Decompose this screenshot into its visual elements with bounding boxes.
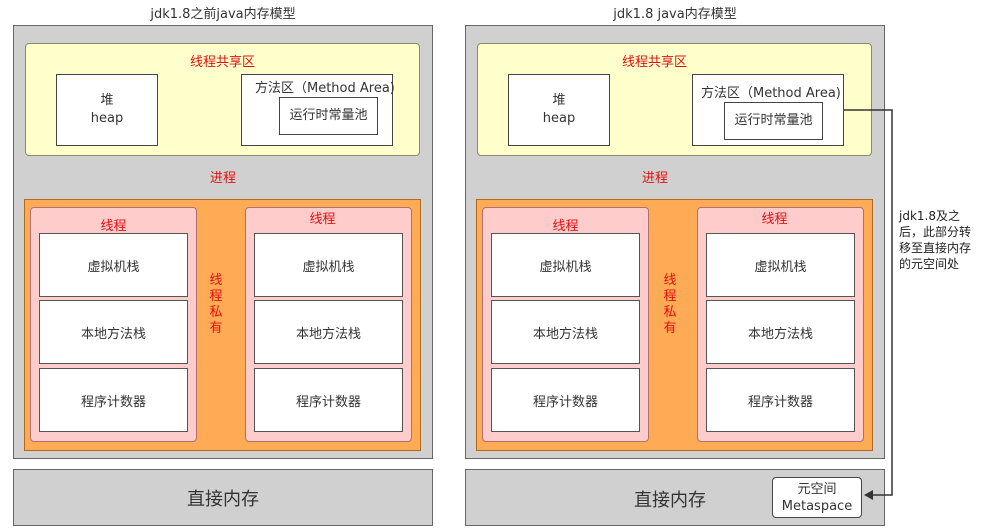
right-thread-2-pc-counter: 程序计数器 [706, 368, 855, 432]
left-process-label: 进程 [209, 171, 236, 186]
left-thread-1-vm-stack: 虚拟机栈 [39, 233, 188, 297]
left-heap-box: 堆 heap [56, 74, 158, 146]
right-private-char: 程 [663, 289, 677, 304]
move-arrow-head [864, 490, 873, 500]
right-direct-memory-label: 直接内存 [634, 490, 706, 511]
left-private-char: 私 [209, 305, 223, 320]
right-thread-2-label: 线程 [761, 212, 788, 227]
left-shared-title: 线程共享区 [189, 55, 255, 70]
right-shared-title: 线程共享区 [621, 55, 687, 70]
right-private-label: 线 程 私 有 [662, 273, 678, 337]
right-private-char: 有 [663, 321, 677, 336]
left-thread-1-native-stack: 本地方法栈 [39, 300, 188, 364]
left-thread-2-pc-counter: 程序计数器 [254, 368, 403, 432]
right-thread-1-native-stack: 本地方法栈 [491, 300, 640, 364]
right-thread-1-vm-stack: 虚拟机栈 [491, 233, 640, 297]
right-heap-cn: 堆 [552, 93, 566, 108]
left-private-char: 程 [209, 289, 223, 304]
left-thread-2-native-stack: 本地方法栈 [254, 300, 403, 364]
right-method-area-label: 方法区（Method Area) [701, 86, 841, 101]
right-thread-1-label: 线程 [552, 219, 579, 234]
right-private-char: 线 [663, 273, 677, 288]
right-heap-box: 堆 heap [508, 74, 610, 146]
migration-note-line: 后，此部分转 [899, 225, 972, 239]
left-thread-1-pc-counter: 程序计数器 [39, 368, 188, 432]
migration-note-line: 移至直接内存 [899, 241, 972, 255]
right-process-label: 进程 [641, 171, 668, 186]
left-method-area-label: 方法区（Method Area) [255, 81, 395, 96]
left-thread-2-label: 线程 [309, 212, 336, 227]
migration-note: jdk1.8及之 后，此部分转 移至直接内存 的元空间处 [899, 208, 983, 272]
move-arrow [844, 109, 893, 500]
metaspace-cn: 元空间 [797, 481, 837, 497]
right-private-char: 私 [663, 305, 677, 320]
left-direct-memory: 直接内存 [13, 469, 433, 526]
left-title: jdk1.8之前java内存模型 [150, 7, 296, 22]
left-heap-cn: 堆 [100, 93, 114, 108]
left-thread-1-label: 线程 [100, 219, 127, 234]
left-private-label: 线 程 私 有 [208, 273, 224, 337]
right-thread-2-native-stack: 本地方法栈 [706, 300, 855, 364]
left-thread-2-vm-stack: 虚拟机栈 [254, 233, 403, 297]
right-heap-en: heap [542, 111, 576, 126]
right-thread-2-vm-stack: 虚拟机栈 [706, 233, 855, 297]
left-private-char: 有 [209, 321, 223, 336]
right-thread-1-pc-counter: 程序计数器 [491, 368, 640, 432]
move-arrow-line [844, 109, 893, 496]
left-heap-en: heap [90, 111, 124, 126]
left-constant-pool: 运行时常量池 [279, 97, 378, 135]
right-title: jdk1.8 java内存模型 [613, 7, 737, 22]
right-constant-pool: 运行时常量池 [724, 102, 823, 140]
left-private-char: 线 [209, 273, 223, 288]
migration-note-line: jdk1.8及之 [899, 209, 960, 223]
migration-note-line: 的元空间处 [899, 257, 960, 271]
